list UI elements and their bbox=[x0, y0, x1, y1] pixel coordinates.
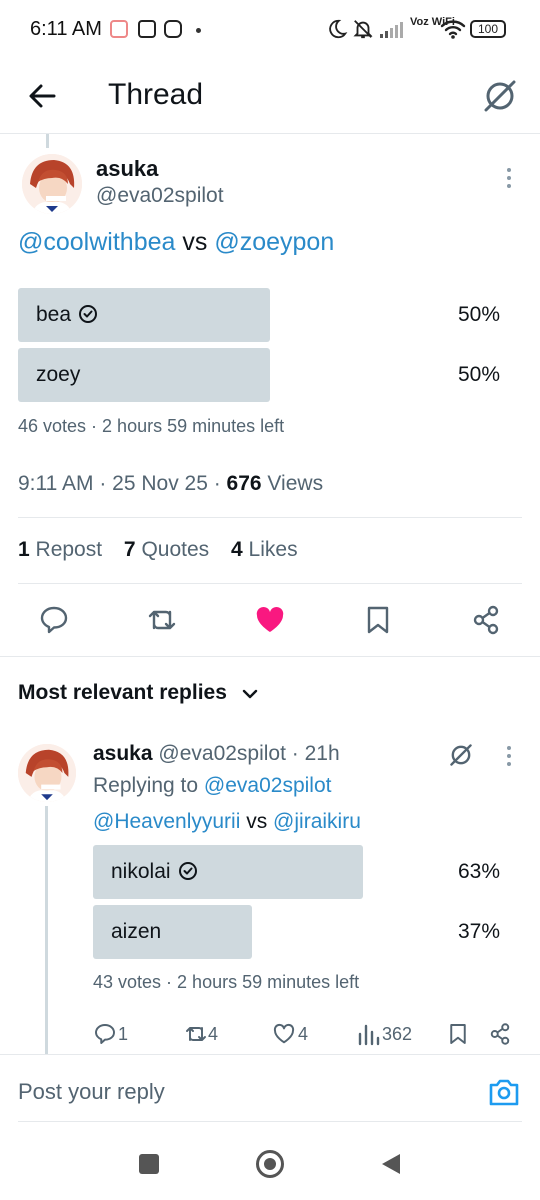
engagement-stats: 1 Repost 7 Quotes 4 Likes bbox=[18, 538, 298, 562]
post-author-handle[interactable]: @eva02spilot bbox=[96, 184, 224, 208]
quotes-stat[interactable]: 7 Quotes bbox=[124, 538, 209, 561]
bookmark-icon[interactable] bbox=[446, 1022, 470, 1046]
reply-header: asuka @eva02spilot · 21h bbox=[93, 742, 340, 766]
reply-replies-count: 1 bbox=[118, 1024, 129, 1044]
post-timestamp[interactable]: 9:11 AM · 25 Nov 25 · bbox=[18, 472, 227, 495]
grok-logo-icon[interactable] bbox=[446, 740, 476, 770]
poll-option-percent: 50% bbox=[457, 363, 500, 386]
poll-option-percent: 37% bbox=[457, 920, 500, 943]
signal-bars-icon bbox=[380, 22, 403, 38]
poll-time-left: 2 hours 59 minutes left bbox=[177, 972, 360, 992]
avatar[interactable] bbox=[22, 154, 82, 214]
replies-sort-label[interactable]: Most relevant replies bbox=[18, 681, 227, 705]
post-text: @coolwithbea vs @zoeypon bbox=[18, 228, 334, 257]
reply-reposts-count: 4 bbox=[208, 1024, 219, 1044]
reply-likes-count: 4 bbox=[298, 1024, 309, 1044]
poll-votes: 46 votes bbox=[18, 416, 87, 436]
mention-link[interactable]: @zoeypon bbox=[214, 228, 334, 256]
recents-square-icon[interactable] bbox=[139, 1154, 159, 1174]
mention-link[interactable]: @Heavenlyyurii bbox=[93, 810, 240, 833]
replying-to: Replying to @eva02spilot bbox=[93, 774, 332, 797]
more-notifications-dot bbox=[196, 28, 201, 33]
share-icon[interactable] bbox=[470, 604, 502, 636]
poll-option-label: nikolai bbox=[111, 860, 197, 884]
poll-option-label: bea bbox=[36, 303, 98, 327]
reply-author-name[interactable]: asuka bbox=[93, 742, 153, 765]
status-bar: 6:11 AM Voz WiFi 100 bbox=[0, 0, 540, 60]
notification-app-icon bbox=[110, 20, 128, 38]
poll-option-label: zoey bbox=[36, 363, 81, 386]
chevron-down-icon[interactable] bbox=[240, 684, 260, 704]
mention-link[interactable]: @eva02spilot bbox=[204, 774, 332, 797]
divider bbox=[18, 517, 522, 518]
divider bbox=[18, 583, 522, 584]
share-icon[interactable] bbox=[488, 1022, 512, 1046]
home-circle-icon[interactable] bbox=[256, 1150, 284, 1178]
poll-option-label: aizen bbox=[111, 920, 162, 943]
voted-check-icon bbox=[178, 862, 197, 880]
reply-icon[interactable] bbox=[93, 1022, 117, 1046]
reply-input[interactable]: Post your reply bbox=[18, 1079, 165, 1105]
repost-icon[interactable] bbox=[146, 604, 178, 636]
status-time: 6:11 AM bbox=[30, 18, 102, 40]
avatar[interactable] bbox=[18, 744, 76, 802]
muted-bell-icon bbox=[353, 20, 373, 39]
reply-views-count: 362 bbox=[382, 1024, 413, 1044]
wifi-icon bbox=[440, 20, 466, 39]
divider bbox=[0, 656, 540, 657]
poll-meta: 46 votes · 2 hours 59 minutes left bbox=[18, 416, 285, 436]
poll-votes: 43 votes bbox=[93, 972, 162, 992]
views-label: Views bbox=[261, 472, 324, 495]
mention-link[interactable]: @jiraikiru bbox=[273, 810, 361, 833]
poll-meta: 43 votes · 2 hours 59 minutes left bbox=[93, 972, 360, 992]
back-triangle-icon[interactable] bbox=[380, 1152, 402, 1176]
reposts-stat[interactable]: 1 Repost bbox=[18, 538, 102, 561]
battery-indicator: 100 bbox=[470, 20, 506, 38]
like-heart-filled-icon[interactable] bbox=[254, 604, 286, 636]
system-nav-bar bbox=[0, 1128, 540, 1200]
likes-stat[interactable]: 4 Likes bbox=[231, 538, 298, 561]
avatar-illustration bbox=[22, 154, 82, 214]
do-not-disturb-moon-icon bbox=[329, 19, 348, 39]
camera-icon[interactable] bbox=[488, 1077, 520, 1107]
back-arrow-icon[interactable] bbox=[24, 76, 64, 116]
bookmark-icon[interactable] bbox=[362, 604, 394, 636]
reply-time[interactable]: · 21h bbox=[292, 742, 340, 765]
post-author-name[interactable]: asuka bbox=[96, 156, 158, 182]
divider bbox=[18, 1121, 522, 1122]
views-count: 676 bbox=[226, 472, 262, 495]
thread-connector bbox=[45, 806, 48, 1054]
like-heart-icon[interactable] bbox=[272, 1022, 296, 1046]
mention-link[interactable]: @coolwithbea bbox=[18, 228, 175, 256]
poll-option-percent: 50% bbox=[457, 303, 500, 326]
reply-text: @Heavenlyyurii vs @jiraikiru bbox=[93, 810, 361, 833]
grok-logo-icon[interactable] bbox=[478, 74, 522, 118]
instagram-notification-icon bbox=[164, 20, 182, 38]
views-chart-icon[interactable] bbox=[358, 1022, 380, 1046]
reply-composer[interactable]: Post your reply bbox=[0, 1054, 540, 1122]
more-options-icon[interactable] bbox=[507, 746, 513, 770]
page-title: Thread bbox=[108, 78, 204, 111]
reply-icon[interactable] bbox=[38, 604, 70, 636]
more-options-icon[interactable] bbox=[507, 168, 513, 192]
post-text-vs: vs bbox=[175, 228, 215, 256]
thread-connector-top bbox=[46, 134, 49, 148]
reply-author-handle[interactable]: @eva02spilot bbox=[158, 742, 286, 765]
thread-header: Thread bbox=[0, 60, 540, 134]
voted-check-icon bbox=[79, 305, 98, 323]
upload-notification-icon bbox=[138, 20, 156, 38]
poll-time-left: 2 hours 59 minutes left bbox=[102, 416, 285, 436]
poll-option-percent: 63% bbox=[457, 860, 500, 883]
avatar-illustration bbox=[18, 744, 76, 802]
post-timestamp-line: 9:11 AM · 25 Nov 25 · 676 Views bbox=[18, 472, 323, 496]
repost-icon[interactable] bbox=[184, 1022, 208, 1046]
